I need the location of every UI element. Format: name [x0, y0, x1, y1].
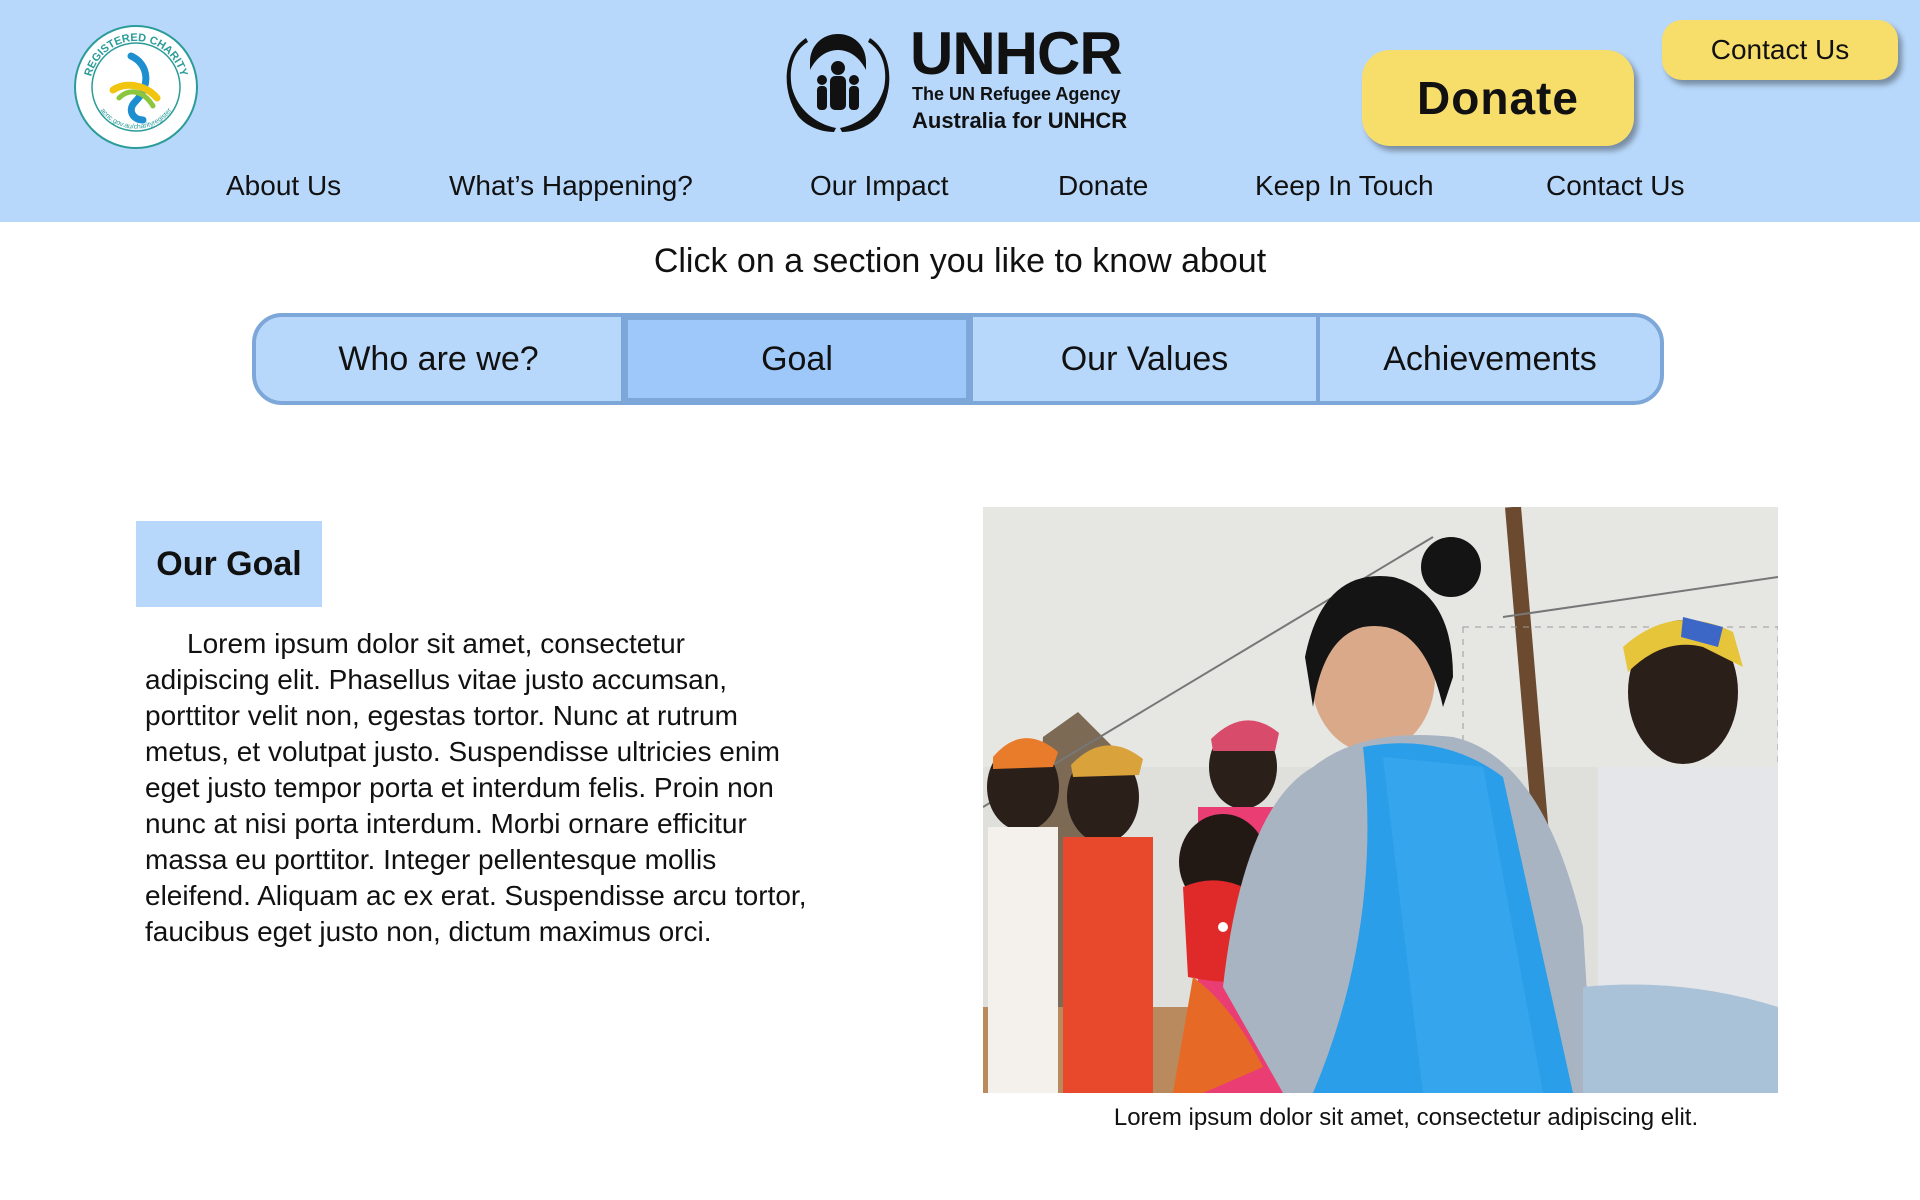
tab-goal[interactable]: Goal: [621, 317, 969, 401]
nav-item-about-us[interactable]: About Us: [226, 170, 341, 202]
section-heading: Our Goal: [136, 521, 322, 607]
tab-our-values[interactable]: Our Values: [969, 317, 1316, 401]
section-body-text: Lorem ipsum dolor sit amet, consectetur …: [145, 628, 807, 947]
tab-who-are-we[interactable]: Who are we?: [256, 317, 621, 401]
unhcr-subtitle-australia: Australia for UNHCR: [912, 108, 1128, 133]
unhcr-subtitle: The UN Refugee Agency: [912, 84, 1121, 104]
unhcr-logo[interactable]: UNHCR The UN Refugee Agency Australia fo…: [776, 22, 1148, 138]
site-header: REGISTERED CHARITY acnc.gov.au/charityre…: [0, 0, 1920, 222]
tab-achievements[interactable]: Achievements: [1316, 317, 1660, 401]
main-nav: About Us What’s Happening? Our Impact Do…: [0, 170, 1920, 210]
nav-item-our-impact[interactable]: Our Impact: [810, 170, 948, 202]
registered-charity-badge-icon: REGISTERED CHARITY acnc.gov.au/charityre…: [74, 25, 198, 149]
donate-button[interactable]: Donate: [1362, 50, 1634, 146]
section-prompt: Click on a section you like to know abou…: [653, 242, 1267, 280]
refugee-photo: [983, 507, 1778, 1093]
unhcr-wordmark: UNHCR: [910, 20, 1123, 87]
section-tabs: Who are we? Goal Our Values Achievements: [252, 313, 1664, 405]
contact-us-button[interactable]: Contact Us: [1662, 20, 1898, 80]
nav-item-whats-happening[interactable]: What’s Happening?: [449, 170, 693, 202]
photo-caption: Lorem ipsum dolor sit amet, consectetur …: [1113, 1104, 1699, 1131]
nav-item-contact-us[interactable]: Contact Us: [1546, 170, 1685, 202]
unhcr-emblem-icon: [786, 34, 890, 132]
nav-item-donate[interactable]: Donate: [1058, 170, 1148, 202]
nav-item-keep-in-touch[interactable]: Keep In Touch: [1255, 170, 1434, 202]
